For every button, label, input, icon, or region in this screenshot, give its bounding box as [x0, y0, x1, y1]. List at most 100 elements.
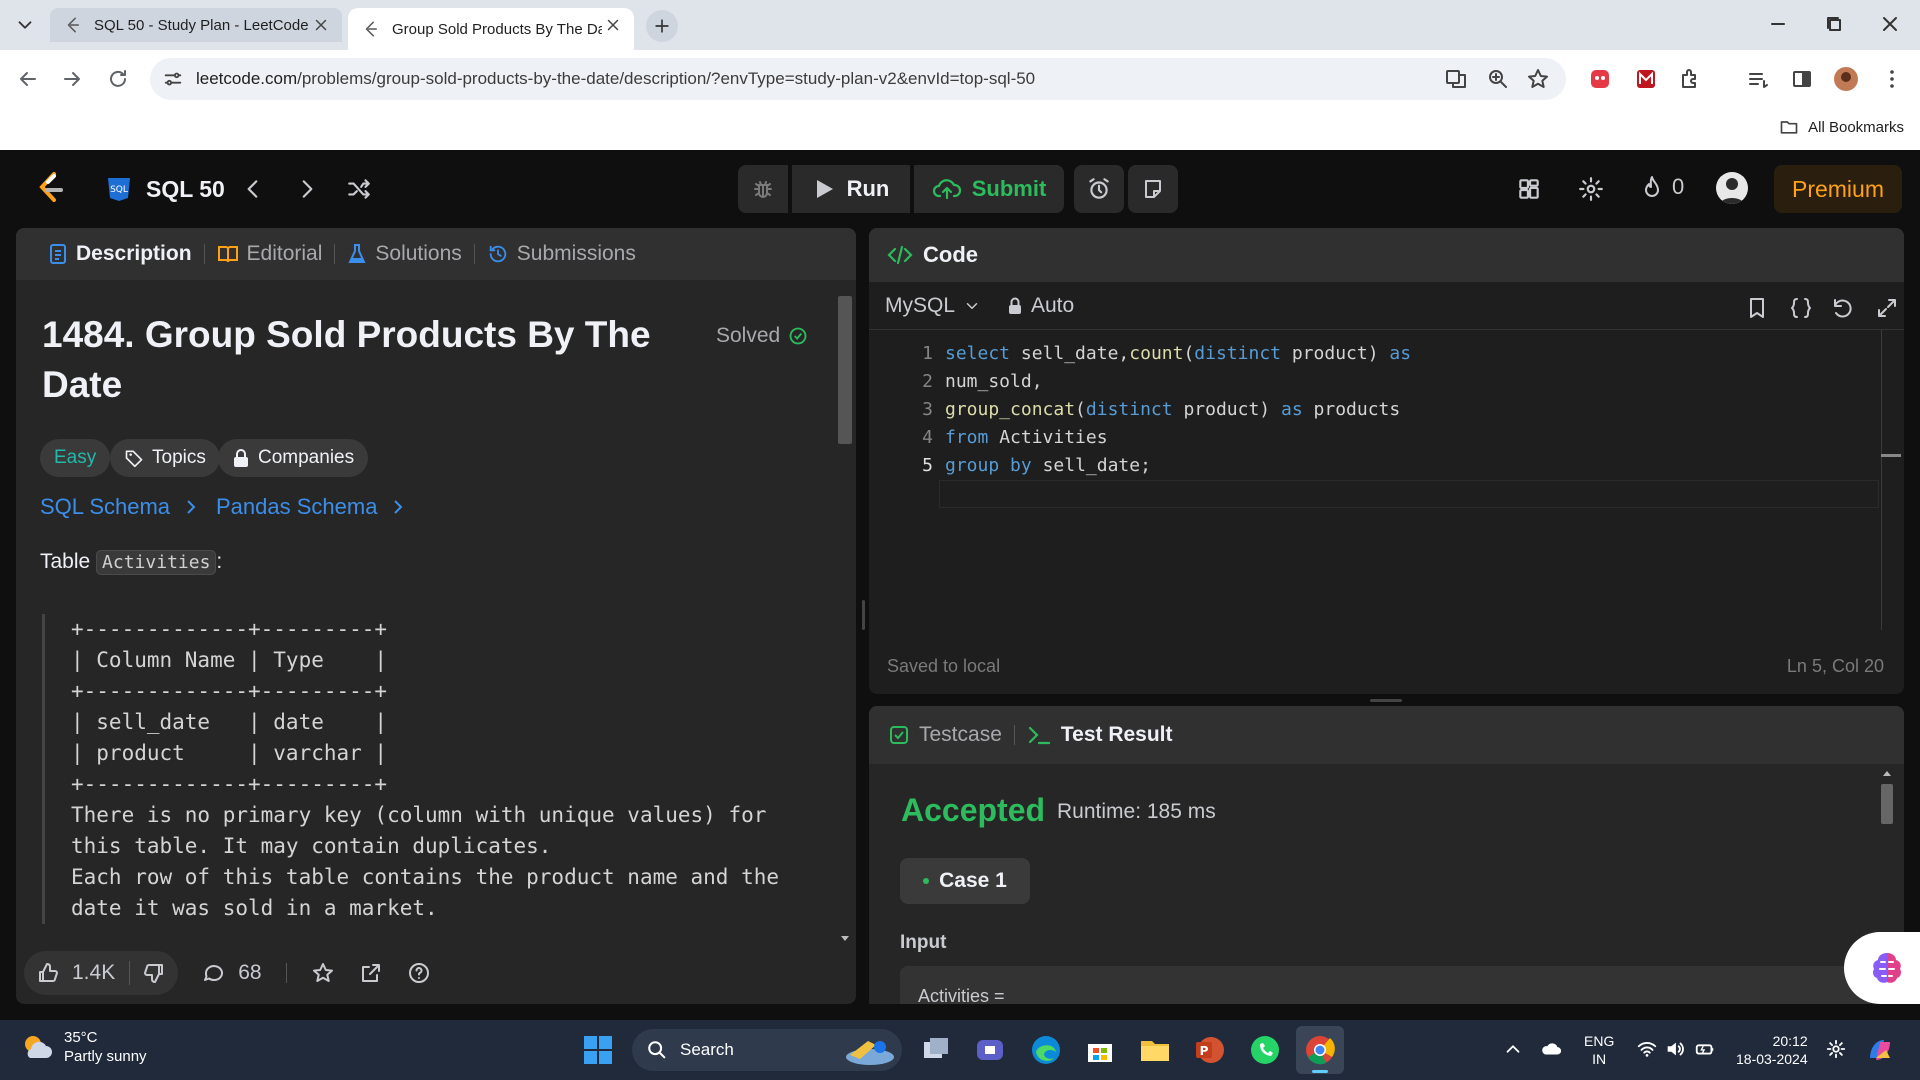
reading-list-icon[interactable]	[1746, 67, 1770, 91]
panel-resize-handle-vertical[interactable]	[862, 600, 865, 630]
topics-button[interactable]: Topics	[110, 439, 220, 477]
battery-icon[interactable]	[1694, 1038, 1716, 1060]
profile-avatar[interactable]	[1834, 67, 1858, 91]
tab-label: Editorial	[246, 242, 323, 265]
solved-status: Solved	[716, 324, 808, 348]
tab-testcase[interactable]: Testcase	[889, 723, 1002, 747]
tab-submissions[interactable]: Submissions	[475, 228, 648, 280]
line-number: 3	[922, 399, 933, 420]
system-clock[interactable]: 20:12 18-03-2024	[1736, 1032, 1808, 1068]
sql-schema-link[interactable]: SQL Schema	[40, 494, 198, 520]
timer-button[interactable]	[1074, 165, 1124, 213]
comments-button[interactable]: 68	[202, 961, 262, 985]
user-avatar[interactable]	[1716, 172, 1748, 204]
side-panel-icon[interactable]	[1790, 67, 1814, 91]
companies-label: Companies	[258, 447, 355, 468]
extension-red-icon[interactable]	[1588, 67, 1612, 91]
like-button[interactable]: 1.4K	[24, 961, 129, 985]
zoom-icon[interactable]	[1486, 67, 1510, 91]
next-problem-icon[interactable]	[294, 176, 320, 202]
chevron-right-icon	[187, 500, 196, 514]
auto-mode-toggle[interactable]: Auto	[1007, 294, 1074, 318]
chrome-taskbar-slot[interactable]	[1296, 1026, 1344, 1074]
format-braces-icon[interactable]	[1789, 296, 1813, 320]
taskbar-search[interactable]: Search	[632, 1029, 902, 1071]
editor-scrollbar[interactable]	[1881, 330, 1882, 630]
tab-solutions[interactable]: Solutions	[335, 228, 473, 280]
layout-grid-icon[interactable]	[1516, 176, 1542, 202]
share-button[interactable]	[359, 961, 383, 985]
notes-button[interactable]	[1128, 165, 1178, 213]
run-button[interactable]: Run	[792, 165, 910, 213]
task-view-icon[interactable]	[918, 1032, 954, 1068]
copilot-icon[interactable]	[1862, 1032, 1898, 1068]
menu-kebab-icon[interactable]	[1880, 67, 1904, 91]
dislike-button[interactable]	[129, 961, 178, 985]
microsoft-store-icon[interactable]	[1082, 1032, 1118, 1068]
windows-start-icon[interactable]	[580, 1032, 616, 1068]
tab-label: Description	[76, 242, 192, 265]
bookmark-star-icon[interactable]	[1526, 67, 1550, 91]
site-info-icon[interactable]	[162, 68, 184, 90]
study-plan-title[interactable]: SQL 50	[146, 176, 225, 203]
notification-gear-icon[interactable]	[1825, 1038, 1847, 1060]
streak-counter[interactable]: 0	[1640, 174, 1684, 200]
settings-gear-icon[interactable]	[1578, 176, 1604, 202]
wifi-icon[interactable]	[1636, 1038, 1658, 1060]
code-editor[interactable]: 1 2 3 4 5 select sell_date,count(distinc…	[869, 340, 1881, 620]
ai-assistant-button[interactable]	[1844, 932, 1920, 1004]
browser-tab-study-plan[interactable]: SQL 50 - Study Plan - LeetCode	[50, 8, 342, 42]
companies-button[interactable]: Companies	[218, 439, 369, 477]
restore-icon[interactable]	[1822, 12, 1846, 36]
weather-widget[interactable]: 35°C Partly sunny	[20, 1028, 147, 1066]
back-icon[interactable]	[16, 67, 40, 91]
new-tab-button[interactable]	[646, 10, 678, 42]
debug-button[interactable]	[738, 165, 788, 213]
pandas-schema-link[interactable]: Pandas Schema	[216, 494, 405, 520]
volume-icon[interactable]	[1664, 1038, 1686, 1060]
bookmark-icon[interactable]	[1745, 296, 1769, 320]
tab-test-result[interactable]: Test Result	[1027, 723, 1173, 747]
description-scroll-thumb[interactable]	[838, 296, 852, 444]
browser-tab-problem[interactable]: Group Sold Products By The Da	[348, 8, 634, 50]
leetcode-logo-icon[interactable]	[34, 170, 66, 206]
powerpoint-icon[interactable]: P	[1192, 1032, 1228, 1068]
address-bar[interactable]: leetcode.com/problems/group-sold-product…	[150, 58, 1566, 100]
translate-icon[interactable]	[1444, 67, 1468, 91]
reload-icon[interactable]	[106, 67, 130, 91]
file-explorer-icon[interactable]	[1137, 1032, 1173, 1068]
edge-browser-icon[interactable]	[1028, 1032, 1064, 1068]
language-select[interactable]: MySQL	[885, 294, 981, 318]
close-tab-icon[interactable]	[604, 16, 622, 34]
reset-icon[interactable]	[1831, 296, 1855, 320]
teams-meet-icon[interactable]	[972, 1032, 1008, 1068]
table-intro-prefix: Table	[40, 550, 97, 573]
close-window-icon[interactable]	[1878, 12, 1902, 36]
show-hidden-icons-chevron-icon[interactable]	[1502, 1038, 1524, 1060]
extensions-puzzle-icon[interactable]	[1678, 67, 1702, 91]
tab-search-icon[interactable]	[14, 14, 36, 36]
forward-icon[interactable]	[60, 67, 84, 91]
submit-button[interactable]: Submit	[914, 165, 1064, 213]
shuffle-icon[interactable]	[346, 176, 372, 202]
tab-label: Solutions	[375, 242, 462, 265]
all-bookmarks-button[interactable]: All Bookmarks	[1778, 117, 1904, 137]
minimize-icon[interactable]	[1766, 12, 1790, 36]
onedrive-icon[interactable]	[1540, 1038, 1562, 1060]
premium-button[interactable]: Premium	[1774, 165, 1902, 213]
tab-editorial[interactable]: Editorial	[205, 228, 335, 280]
tab-description[interactable]: Description	[36, 228, 204, 280]
language-indicator[interactable]: ENG IN	[1584, 1032, 1614, 1068]
close-tab-icon[interactable]	[312, 16, 330, 34]
panel-resize-handle-horizontal[interactable]	[1370, 699, 1402, 702]
book-icon	[217, 246, 238, 263]
help-button[interactable]	[407, 961, 431, 985]
prev-problem-icon[interactable]	[240, 176, 266, 202]
topics-label: Topics	[152, 447, 206, 468]
expand-icon[interactable]	[1875, 296, 1899, 320]
favorite-button[interactable]	[311, 961, 335, 985]
case-1-button[interactable]: Case 1	[900, 858, 1030, 904]
extension-mcafee-icon[interactable]	[1634, 67, 1658, 91]
whatsapp-icon[interactable]	[1247, 1032, 1283, 1068]
difficulty-badge[interactable]: Easy	[40, 439, 111, 477]
